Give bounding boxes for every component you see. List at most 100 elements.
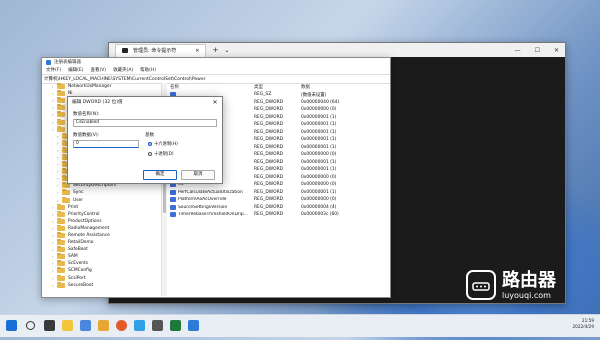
value-type: REG_DWORD	[254, 99, 284, 105]
folder-icon	[57, 104, 65, 111]
ok-button[interactable]: 确定	[143, 170, 177, 180]
value-type: REG_DWORD	[254, 204, 284, 210]
dec-radio-dot[interactable]	[148, 152, 152, 156]
cmd-tab-title: 管理员: 命令提示符	[133, 48, 177, 54]
system-tray-clock[interactable]: 21:59 2022/4/29	[573, 318, 594, 330]
menu-view[interactable]: 查看(V)	[90, 67, 106, 73]
folder-icon	[57, 217, 65, 224]
tree-node[interactable]: › ProductOptions	[42, 217, 166, 225]
cmd-titlebar[interactable]: 管理员: 命令提示符 ✕ + ⌄ — ☐ ✕	[109, 43, 565, 57]
search-icon[interactable]	[26, 321, 35, 330]
maximize-button[interactable]: ☐	[535, 47, 540, 54]
reg-value-icon	[170, 197, 176, 203]
tree-node-label: ScEvents	[68, 261, 89, 267]
column-data[interactable]: 数据	[301, 84, 381, 90]
tree-node-label: NetworkUxManager	[68, 84, 112, 90]
tree-node[interactable]: › Sync	[42, 189, 166, 196]
file-explorer-icon[interactable]	[98, 320, 109, 331]
tree-node-label: SCMConfig	[68, 268, 92, 274]
folder-icon	[57, 246, 65, 253]
value-type: REG_DWORD	[254, 182, 284, 188]
value-data: 0x00000001 (1)	[301, 167, 337, 173]
cmd-tab-close-icon[interactable]: ✕	[195, 48, 199, 54]
watermark: 路由器 luyouqi.com	[466, 270, 556, 300]
value-data: 0x0000003c (60)	[301, 212, 339, 218]
tree-node[interactable]: › SafeBoot	[42, 246, 166, 253]
value-data: 0x00000001 (1)	[301, 137, 337, 143]
menu-edit[interactable]: 编辑(E)	[68, 67, 83, 73]
tree-node-label: RetailDemo	[68, 240, 94, 246]
new-tab-button[interactable]: +	[212, 46, 218, 54]
tree-node[interactable]: › ScsiPort	[42, 274, 166, 282]
value-row[interactable]: TimerRebaseThresholdOnDrip... REG_DWORD 0x…	[170, 211, 388, 219]
store-icon[interactable]	[152, 320, 163, 331]
tab-dropdown-button[interactable]: ⌄	[224, 47, 229, 54]
value-data: 0x00000040 (64)	[301, 99, 340, 105]
value-data: 0x00000000 (0)	[301, 182, 337, 188]
tree-node[interactable]: › Print	[42, 203, 166, 211]
edge-icon[interactable]	[134, 320, 145, 331]
column-name[interactable]: 名称	[170, 84, 254, 90]
value-type: REG_DWORD	[254, 167, 284, 173]
tree-node[interactable]: › User	[42, 196, 166, 204]
cmd-tab[interactable]: 管理员: 命令提示符 ✕	[115, 43, 207, 57]
tree-node-label: Remote Assistance	[68, 233, 110, 239]
minimize-button[interactable]: —	[515, 47, 521, 54]
folder-icon	[57, 125, 65, 132]
reg-value-icon	[170, 212, 176, 218]
value-name-field[interactable]: CsEnabled	[73, 119, 217, 127]
regedit-taskbar-icon[interactable]	[188, 320, 199, 331]
column-type[interactable]: 类型	[254, 84, 301, 90]
value-data: 0x00000000 (0)	[301, 107, 337, 113]
regedit-menubar: 文件(F) 编辑(E) 查看(V) 收藏夹(A) 帮助(H)	[42, 66, 390, 74]
tree-node[interactable]: › SCMConfig	[42, 267, 166, 274]
folder-icon	[57, 118, 65, 125]
value-name: TimerRebaseThresholdOnDrip...	[178, 212, 248, 218]
tree-node[interactable]: › NetworkUxManager	[42, 83, 166, 90]
tree-node[interactable]: › SAM	[42, 253, 166, 260]
cmd-terminal-icon	[122, 48, 128, 53]
dec-radio[interactable]: 十进制(D)	[148, 151, 174, 157]
value-row[interactable]: SourceSettingsVersion REG_DWORD 0x00000004…	[170, 204, 388, 212]
start-windows-icon[interactable]	[6, 320, 17, 331]
tree-node-label: Sync	[73, 190, 84, 196]
tree-node[interactable]: › RadioManagement	[42, 224, 166, 232]
task-view-icon[interactable]	[44, 320, 55, 331]
value-type: REG_DWORD	[254, 114, 284, 120]
value-row[interactable]: PlatformAoAcOverride REG_DWORD 0x00000000 …	[170, 196, 388, 204]
value-name: PlatformAoAcOverride	[178, 197, 227, 203]
hex-radio[interactable]: 十六进制(H)	[148, 141, 178, 147]
router-logo-icon	[466, 270, 496, 300]
folder-icon	[57, 210, 65, 217]
value-type: REG_SZ	[254, 92, 272, 98]
dialog-titlebar[interactable]: 编辑 DWORD (32 位)值 ✕	[68, 97, 222, 107]
chat-icon[interactable]	[80, 320, 91, 331]
menu-file[interactable]: 文件(F)	[46, 67, 61, 73]
tree-node[interactable]: › SecureBoot	[42, 281, 166, 289]
firefox-icon[interactable]	[116, 320, 127, 331]
edit-dword-dialog[interactable]: 编辑 DWORD (32 位)值 ✕ 数值名称(N): CsEnabled 数值…	[67, 96, 223, 184]
tree-node-label: ProductOptions	[68, 218, 102, 224]
value-type: REG_DWORD	[254, 174, 284, 180]
menu-help[interactable]: 帮助(H)	[140, 67, 156, 73]
cancel-button[interactable]: 取消	[181, 170, 215, 180]
dialog-close-button[interactable]: ✕	[208, 99, 222, 106]
terminal-icon[interactable]	[170, 320, 181, 331]
value-data: 0x00000001 (1)	[301, 122, 337, 128]
tree-node[interactable]: › PriorityControl	[42, 210, 166, 218]
value-type: REG_DWORD	[254, 189, 284, 195]
tree-node[interactable]: › RetailDemo	[42, 239, 166, 246]
reg-value-icon	[170, 189, 176, 195]
menu-favorites[interactable]: 收藏夹(A)	[113, 67, 133, 73]
close-button[interactable]: ✕	[554, 47, 559, 54]
hex-radio-dot[interactable]	[148, 142, 152, 146]
folder-icon	[57, 90, 65, 97]
value-data-field[interactable]: 0	[73, 140, 139, 148]
tree-node[interactable]: › ScEvents	[42, 260, 166, 267]
value-data: 0x00000001 (1)	[301, 159, 337, 165]
widgets-icon[interactable]	[62, 320, 73, 331]
value-row[interactable]: PerfCalculateActualUtilization REG_DWORD 0…	[170, 189, 388, 197]
value-data: 0x00000001 (1)	[301, 189, 337, 195]
regedit-titlebar[interactable]: 注册表编辑器	[42, 58, 390, 66]
tree-node[interactable]: › Remote Assistance	[42, 232, 166, 239]
